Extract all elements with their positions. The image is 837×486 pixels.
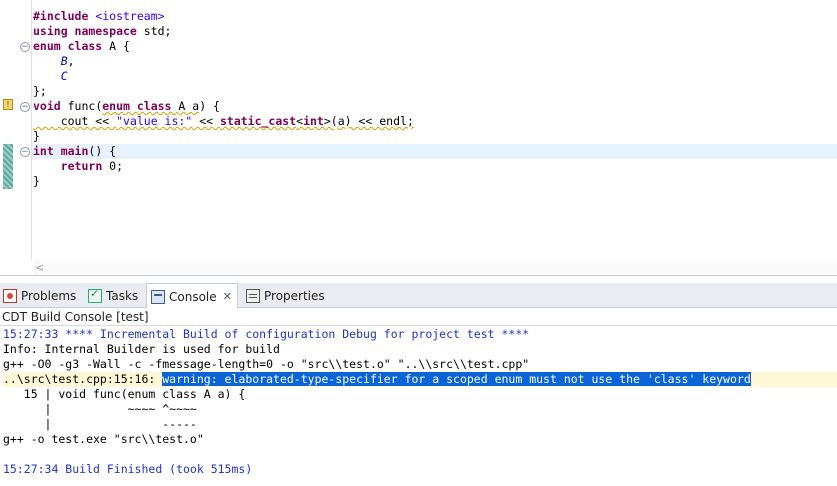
tab-label: Problems	[21, 288, 77, 303]
code-line[interactable]: };	[33, 84, 837, 99]
code-token: void	[33, 99, 68, 113]
close-icon[interactable]: ✕	[223, 290, 232, 303]
console-line: 15 | void func(enum class A a) {	[3, 387, 246, 401]
code-token: main	[60, 144, 89, 158]
console-line: | ~~~~ ^~~~~	[3, 402, 197, 416]
console-line: g++ -o test.exe "src\\test.o"	[3, 432, 204, 446]
code-text[interactable]: #include <iostream> using namespace std; e…	[32, 9, 837, 189]
warning-marker-icon[interactable]: !	[3, 99, 13, 110]
tasks-icon	[88, 287, 102, 303]
problems-icon	[3, 288, 17, 303]
code-token: <<	[192, 114, 220, 128]
overview-ruler: !	[0, 0, 16, 260]
code-token: () {	[88, 144, 117, 158]
horizontal-scrollbar[interactable]: <	[33, 260, 837, 275]
console-icon	[151, 289, 165, 304]
tab-console[interactable]: Console ✕	[146, 283, 238, 309]
tab-label: Tasks	[106, 288, 139, 303]
code-editor[interactable]: ! − − − #include <iostream> using namespa…	[0, 0, 837, 276]
code-token: using namespace	[33, 24, 144, 38]
console-line: Info: Internal Builder is used for build	[3, 342, 280, 356]
code-token: }	[33, 129, 40, 143]
code-token: cout <<	[33, 114, 117, 128]
tab-problems[interactable]: Problems	[3, 283, 76, 308]
code-line[interactable]: C	[33, 69, 837, 84]
tab-label: Properties	[264, 288, 325, 303]
selected-warning-text[interactable]: warning: elaborated-type-specifier for a…	[162, 372, 751, 386]
code-token: B	[60, 54, 68, 68]
quick-diff-bar	[3, 144, 13, 189]
console-line: 15:27:33 **** Incremental Build of confi…	[3, 327, 530, 341]
code-token: ) {	[199, 99, 220, 113]
code-line[interactable]: void func(enum class A a) {	[33, 99, 837, 114]
console-warning-line[interactable]: ..\src\test.cpp:15:16: warning: elaborat…	[3, 372, 837, 387]
fold-toggle-icon[interactable]: −	[20, 42, 30, 52]
code-line[interactable]: }	[33, 174, 837, 189]
code-token: static_cast	[219, 114, 297, 128]
code-token: A {	[109, 39, 130, 53]
code-line[interactable]: #include <iostream>	[33, 9, 837, 24]
code-line[interactable]: cout << "value is:" << static_cast<int>(…	[33, 114, 837, 129]
code-token: A a	[178, 99, 200, 113]
code-token: std;	[143, 24, 172, 38]
code-token: func(	[67, 99, 103, 113]
code-token: >(a) << endl;	[323, 114, 414, 128]
code-line[interactable]: int main() {	[32, 144, 837, 159]
fold-toggle-icon[interactable]: −	[20, 102, 30, 112]
console-output[interactable]: 15:27:33 **** Incremental Build of confi…	[0, 327, 837, 486]
code-token: "value is:"	[116, 114, 193, 128]
code-token: #include	[33, 9, 96, 23]
code-token: };	[33, 84, 47, 98]
code-token: return	[60, 159, 110, 173]
code-line[interactable]: using namespace std;	[33, 24, 837, 39]
console-title: CDT Build Console [test]	[0, 308, 837, 326]
console-line: g++ -O0 -g3 -Wall -c -fmessage-length=0 …	[3, 357, 530, 371]
properties-icon	[246, 288, 260, 303]
code-line[interactable]: }	[33, 129, 837, 144]
warning-location[interactable]: ..\src\test.cpp:15:16:	[3, 372, 162, 386]
tab-tasks[interactable]: Tasks	[88, 283, 138, 308]
console-line: 15:27:34 Build Finished (took 515ms)	[3, 462, 253, 476]
editor-gutter	[16, 0, 32, 260]
console-line: | -----	[3, 417, 197, 431]
code-token: C	[60, 69, 68, 83]
scroll-left-icon[interactable]: <	[35, 260, 44, 275]
code-token: enum class	[33, 39, 110, 53]
code-token: int	[33, 144, 61, 158]
code-token: }	[33, 174, 40, 188]
code-line[interactable]: return 0;	[33, 159, 837, 174]
code-token: 0;	[109, 159, 124, 173]
tab-properties[interactable]: Properties	[246, 283, 325, 308]
view-tab-bar: Problems Tasks Console ✕ Properties	[0, 283, 837, 309]
code-line[interactable]: enum class A {	[33, 39, 837, 54]
code-token: <iostream>	[95, 9, 165, 23]
code-token: int	[303, 114, 324, 128]
code-token: ,	[67, 54, 75, 68]
code-token: enum class	[102, 99, 179, 113]
fold-toggle-icon[interactable]: −	[20, 147, 30, 157]
code-line[interactable]: B,	[33, 54, 837, 69]
tab-label: Console	[169, 289, 217, 304]
